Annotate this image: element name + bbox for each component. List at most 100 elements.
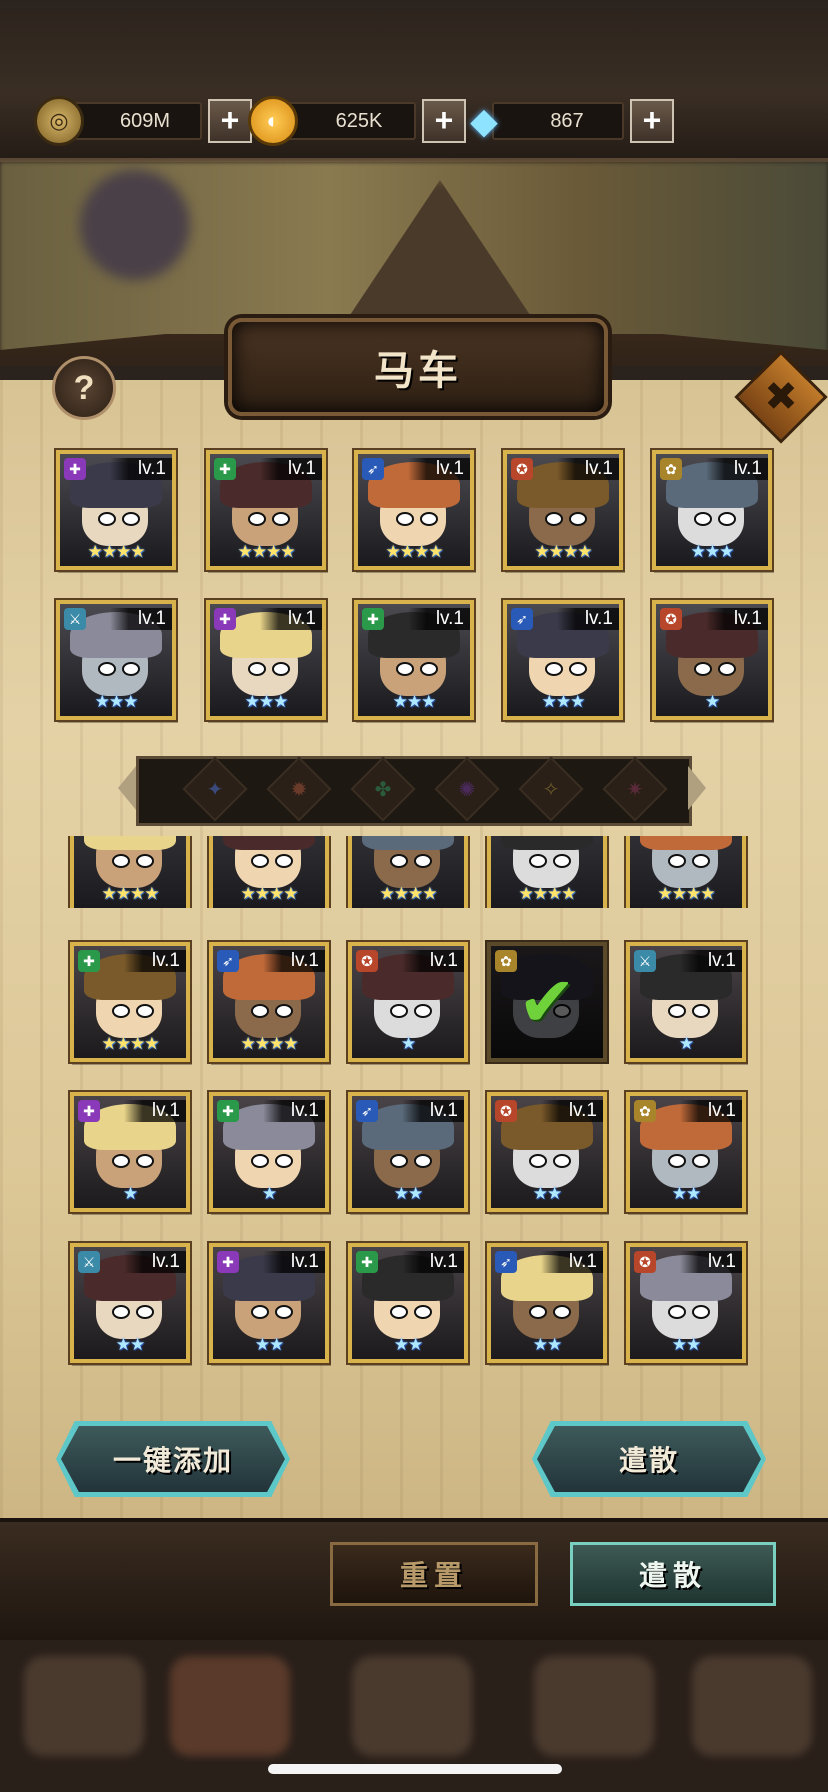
hero-level: lv.1: [263, 1251, 325, 1273]
hero-level: lv.1: [124, 1100, 186, 1122]
hero-card[interactable]: ✚ lv.1 ★★★★: [70, 942, 190, 1062]
star-rating: ★★★: [392, 692, 437, 711]
hero-eye: [396, 512, 414, 526]
hero-card[interactable]: ✚ lv.1 ★★: [348, 1243, 468, 1363]
hero-card[interactable]: ★★★★: [70, 836, 190, 908]
hero-card[interactable]: ✪ lv.1 ★: [348, 942, 468, 1062]
hero-eye: [122, 662, 140, 676]
close-icon: ✖: [764, 375, 798, 419]
class-icon: ✚: [214, 458, 236, 480]
add-gem-button[interactable]: +: [630, 99, 674, 143]
carriage-slot[interactable]: ➶ lv.1 ★★★: [503, 600, 623, 720]
reset-button[interactable]: 重置: [330, 1542, 538, 1606]
dismiss-top-button[interactable]: 遣散: [537, 1426, 761, 1492]
class-icon: ✚: [78, 950, 100, 972]
hero-eye: [694, 662, 712, 676]
filter-prev-arrow[interactable]: [118, 766, 136, 810]
hero-level: lv.1: [402, 950, 464, 972]
hero-card[interactable]: ✚ lv.1 ★★: [209, 1243, 329, 1363]
hero-eye: [692, 854, 710, 868]
hero-level: lv.1: [541, 1100, 603, 1122]
add-gold-button[interactable]: +: [208, 99, 252, 143]
hero-eye: [251, 854, 269, 868]
hero-eye: [569, 662, 587, 676]
nav-tab-3[interactable]: [352, 1656, 472, 1756]
star-rating: ★★: [532, 1335, 562, 1354]
hero-eye: [414, 1004, 432, 1018]
filter-class-2-icon: ✹: [290, 778, 308, 801]
hero-card[interactable]: ➶ lv.1 ★★: [348, 1092, 468, 1212]
hero-eye: [529, 1305, 547, 1319]
hero-card[interactable]: ✪ lv.1 ★★: [626, 1243, 746, 1363]
help-button[interactable]: ?: [52, 356, 116, 420]
carriage-slot[interactable]: ⚔ lv.1 ★★★: [56, 600, 176, 720]
nav-tab-1[interactable]: [24, 1656, 144, 1756]
hero-eye: [420, 662, 438, 676]
filter-class-1-icon: ✦: [206, 778, 224, 801]
title-plate: 马车: [228, 318, 608, 416]
class-icon: ➶: [362, 458, 384, 480]
gold-currency: ◎ 609M +: [34, 96, 252, 146]
hero-eye: [718, 662, 736, 676]
hero-card[interactable]: ★★★★: [348, 836, 468, 908]
roster-row-partial: ★★★★ ★★★★ ★★★★ ★★★★ ★★★★: [0, 836, 828, 908]
nav-tab-4[interactable]: [534, 1656, 654, 1756]
hero-eye: [414, 1154, 432, 1168]
hero-card[interactable]: ✪ lv.1 ★★: [487, 1092, 607, 1212]
hero-card[interactable]: ✚ lv.1 ★: [70, 1092, 190, 1212]
star-rating: ★: [261, 1184, 277, 1203]
carriage-slot[interactable]: ✿ lv.1 ★★★: [652, 450, 772, 570]
star-rating: ★★★★: [237, 542, 296, 561]
nav-tab-2[interactable]: [170, 1656, 290, 1756]
carriage-slot[interactable]: ✚ lv.1 ★★★★: [56, 450, 176, 570]
carriage-slot[interactable]: ✚ lv.1 ★★★★: [206, 450, 326, 570]
hero-level: lv.1: [263, 950, 325, 972]
hero-eye: [529, 1154, 547, 1168]
class-icon: ➶: [217, 950, 239, 972]
filter-next-arrow[interactable]: [688, 766, 706, 810]
class-icon: ⚔: [64, 608, 86, 630]
carriage-slot[interactable]: ✚ lv.1 ★★★: [354, 600, 474, 720]
hero-card[interactable]: ✿ ✔: [487, 942, 607, 1062]
nav-tab-5[interactable]: [692, 1656, 812, 1756]
hero-eye: [390, 854, 408, 868]
hero-hair: [84, 836, 176, 850]
star-rating: ★: [704, 692, 720, 711]
hero-card[interactable]: ★★★★: [487, 836, 607, 908]
class-icon: ✪: [511, 458, 533, 480]
carriage-slot[interactable]: ✪ lv.1 ★: [652, 600, 772, 720]
hero-card[interactable]: ⚔ lv.1 ★★: [70, 1243, 190, 1363]
star-rating: ★★★★: [87, 542, 146, 561]
filter-class-5-icon: ✧: [542, 778, 560, 801]
hero-eye: [136, 1305, 154, 1319]
hero-card[interactable]: ➶ lv.1 ★★★★: [209, 942, 329, 1062]
hero-card[interactable]: ➶ lv.1 ★★: [487, 1243, 607, 1363]
hero-eye: [545, 512, 563, 526]
hero-card[interactable]: ⚔ lv.1 ★: [626, 942, 746, 1062]
carriage-slot[interactable]: ➶ lv.1 ★★★★: [354, 450, 474, 570]
hero-eye: [98, 662, 116, 676]
dismiss-button[interactable]: 遣散: [570, 1542, 776, 1606]
class-icon: ✚: [78, 1100, 100, 1122]
hero-card[interactable]: ★★★★: [209, 836, 329, 908]
star-rating: ★★★: [690, 542, 735, 561]
hero-level: lv.1: [110, 458, 172, 480]
auto-add-button[interactable]: 一键添加: [61, 1426, 285, 1492]
star-rating: ★★: [393, 1184, 423, 1203]
add-energy-button[interactable]: +: [422, 99, 466, 143]
hero-eye: [112, 854, 130, 868]
star-rating: ★★★★: [385, 542, 444, 561]
star-rating: ★★★: [94, 692, 139, 711]
hero-hair: [501, 836, 593, 850]
hero-eye: [275, 1154, 293, 1168]
hero-card[interactable]: ✿ lv.1 ★★: [626, 1092, 746, 1212]
hero-card[interactable]: ★★★★: [626, 836, 746, 908]
hero-level: lv.1: [541, 1251, 603, 1273]
hero-card[interactable]: ✚ lv.1 ★: [209, 1092, 329, 1212]
hero-eye: [414, 1305, 432, 1319]
energy-amount: 625K: [284, 102, 416, 140]
carriage-slot[interactable]: ✪ lv.1 ★★★★: [503, 450, 623, 570]
star-rating: ★: [400, 1034, 416, 1053]
carriage-slot[interactable]: ✚ lv.1 ★★★: [206, 600, 326, 720]
hero-eye: [275, 1004, 293, 1018]
